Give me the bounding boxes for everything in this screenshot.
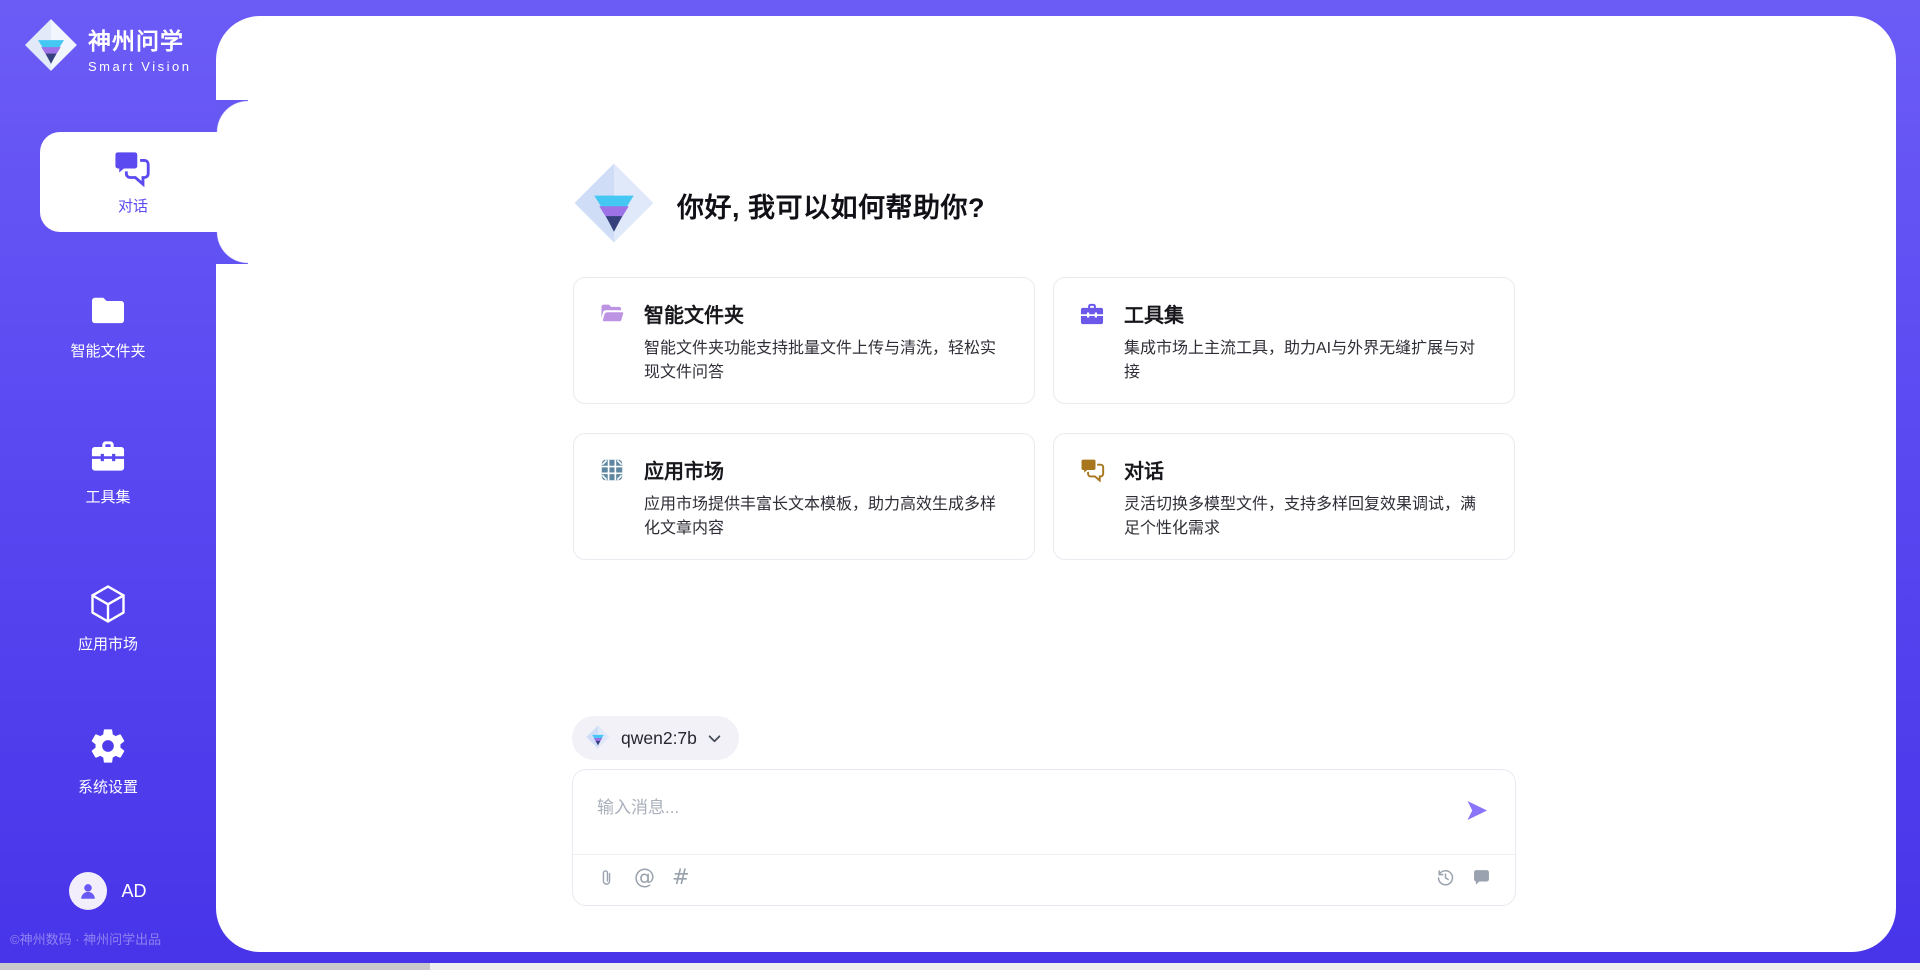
sidebar-footer: ©神州数码 · 神州问学出品 bbox=[10, 929, 220, 948]
message-input[interactable] bbox=[597, 786, 1427, 830]
brand-name: 神州问学 bbox=[88, 22, 191, 56]
card-smart-folder[interactable]: 智能文件夹 智能文件夹功能支持批量文件上传与清洗，轻松实现文件问答 bbox=[573, 277, 1035, 404]
composer-divider bbox=[573, 854, 1515, 855]
model-logo-icon bbox=[586, 725, 610, 752]
history-icon bbox=[1435, 867, 1456, 888]
person-icon bbox=[77, 880, 99, 902]
toolbox-icon bbox=[89, 436, 127, 476]
model-name: qwen2:7b bbox=[621, 728, 697, 749]
chat-bubbles-icon bbox=[112, 148, 154, 188]
card-title: 应用市场 bbox=[644, 455, 724, 484]
card-title: 工具集 bbox=[1124, 299, 1184, 328]
brand: 神州问学 Smart Vision bbox=[24, 18, 191, 77]
folder-open-icon bbox=[598, 302, 626, 325]
mention-button[interactable]: @ bbox=[634, 867, 655, 888]
sidebar-item-settings[interactable]: 系统设置 bbox=[0, 726, 216, 797]
app-window: 神州问学 Smart Vision 对话 智能文件夹 bbox=[0, 0, 1920, 970]
card-chat[interactable]: 对话 灵活切换多模型文件，支持多样回复效果调试，满足个性化需求 bbox=[1053, 433, 1515, 560]
horizontal-scrollbar[interactable] bbox=[0, 963, 1920, 970]
sidebar-item-label: 应用市场 bbox=[78, 633, 138, 654]
brand-logo-icon bbox=[24, 18, 78, 77]
composer: @ # bbox=[572, 769, 1516, 906]
gear-icon bbox=[88, 726, 128, 766]
brand-subtitle: Smart Vision bbox=[88, 59, 191, 74]
paperclip-icon bbox=[596, 867, 617, 888]
greeting-logo-icon bbox=[573, 162, 655, 249]
toolbox-icon bbox=[1078, 302, 1106, 326]
grid-icon bbox=[598, 457, 626, 483]
feedback-bubble-icon bbox=[1471, 867, 1492, 888]
topic-button[interactable]: # bbox=[672, 867, 690, 888]
chat-bubbles-icon bbox=[1078, 457, 1106, 482]
feedback-button[interactable] bbox=[1471, 867, 1492, 888]
card-description: 智能文件夹功能支持批量文件上传与清洗，轻松实现文件问答 bbox=[644, 337, 1010, 385]
sidebar-item-app-market[interactable]: 应用市场 bbox=[0, 583, 216, 654]
avatar bbox=[69, 872, 107, 910]
folder-icon bbox=[89, 290, 127, 330]
greeting: 你好, 我可以如何帮助你? bbox=[573, 162, 985, 249]
card-description: 灵活切换多模型文件，支持多样回复效果调试，满足个性化需求 bbox=[1124, 493, 1490, 541]
history-button[interactable] bbox=[1435, 867, 1456, 888]
cube-icon bbox=[88, 583, 128, 623]
chevron-down-icon bbox=[708, 731, 721, 746]
sidebar-item-label: 智能文件夹 bbox=[70, 340, 145, 361]
card-toolset[interactable]: 工具集 集成市场上主流工具，助力AI与外界无缝扩展与对接 bbox=[1053, 277, 1515, 404]
sidebar-item-toolset[interactable]: 工具集 bbox=[0, 436, 216, 507]
card-title: 智能文件夹 bbox=[644, 299, 744, 328]
send-button[interactable] bbox=[1466, 800, 1489, 824]
attach-button[interactable] bbox=[596, 867, 617, 888]
card-description: 集成市场上主流工具，助力AI与外界无缝扩展与对接 bbox=[1124, 337, 1490, 385]
at-icon: @ bbox=[634, 867, 655, 888]
card-app-market[interactable]: 应用市场 应用市场提供丰富长文本模板，助力高效生成多样化文章内容 bbox=[573, 433, 1035, 560]
sidebar-item-chat[interactable]: 对话 bbox=[40, 132, 226, 232]
hashtag-icon: # bbox=[672, 867, 690, 888]
sidebar-item-label: 对话 bbox=[118, 195, 148, 216]
card-description: 应用市场提供丰富长文本模板，助力高效生成多样化文章内容 bbox=[644, 493, 1010, 541]
sidebar-item-label: 系统设置 bbox=[78, 776, 138, 797]
greeting-text: 你好, 我可以如何帮助你? bbox=[677, 186, 985, 225]
main-content: 你好, 我可以如何帮助你? 智能文件夹 智能文件夹功能支持批量文件上传与清洗，轻… bbox=[216, 16, 1896, 952]
card-title: 对话 bbox=[1124, 455, 1164, 484]
user-label: AD bbox=[121, 881, 146, 902]
sidebar-item-label: 工具集 bbox=[85, 486, 130, 507]
feature-cards: 智能文件夹 智能文件夹功能支持批量文件上传与清洗，轻松实现文件问答 工具集 集成… bbox=[573, 277, 1515, 560]
user-account[interactable]: AD bbox=[0, 872, 216, 910]
scrollbar-thumb[interactable] bbox=[0, 963, 430, 970]
model-selector[interactable]: qwen2:7b bbox=[572, 716, 739, 760]
send-icon bbox=[1466, 800, 1489, 821]
sidebar-item-smart-folder[interactable]: 智能文件夹 bbox=[0, 290, 216, 361]
